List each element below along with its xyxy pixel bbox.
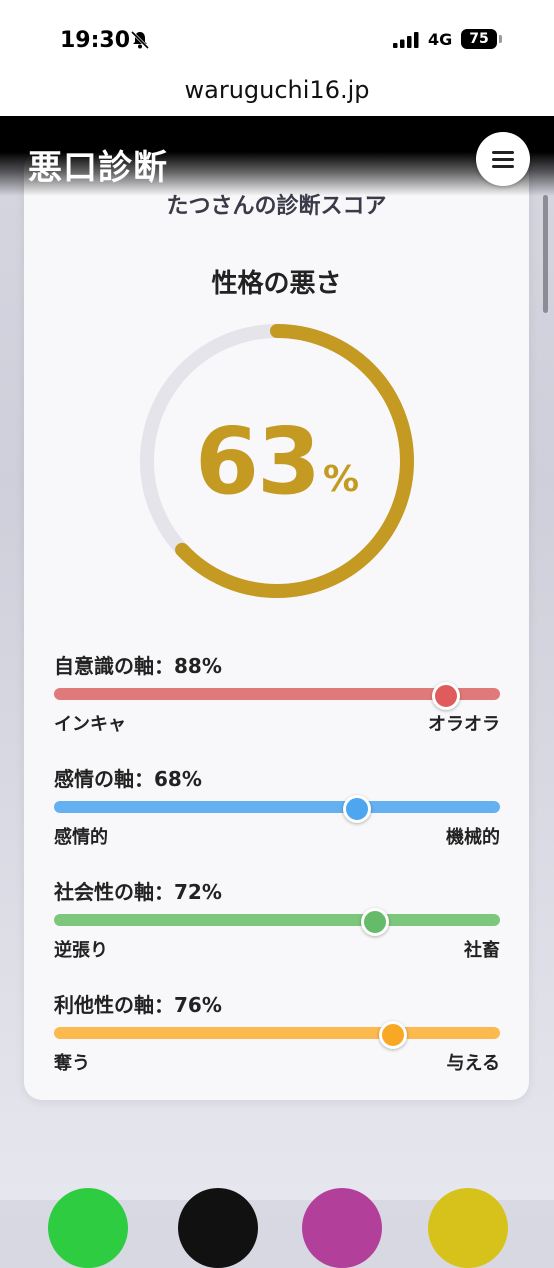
battery-icon: 75 (461, 29, 497, 49)
axis-label: 自意識の軸：88% (54, 654, 222, 678)
menu-button[interactable] (476, 132, 530, 186)
axis-left-label: 奪う (54, 1053, 90, 1074)
axis-right-label: オラオラ (428, 714, 500, 735)
axis-emotion: 感情の軸：68% 感情的 機械的 (54, 763, 500, 873)
gauge-unit: % (322, 458, 360, 500)
axis-right-label: 社畜 (464, 940, 500, 961)
signal-icon (393, 32, 419, 48)
hamburger-icon (492, 151, 514, 154)
scrollbar[interactable] (543, 195, 548, 313)
site-logo[interactable]: 悪口診断 (28, 140, 168, 189)
gauge-title: 性格の悪さ (211, 269, 342, 299)
network-type: 4G (428, 30, 453, 49)
clock: 19:30 (60, 28, 131, 53)
type-circle[interactable] (428, 1188, 508, 1268)
hamburger-icon (492, 158, 514, 161)
gauge-value: 63 % (134, 318, 420, 604)
axis-knob (378, 1021, 407, 1049)
hamburger-icon (492, 165, 514, 168)
score-card: たつさんの診断スコア 性格の悪さ 63 % 自意識の軸：88% インキャ オラオ… (24, 150, 529, 1100)
type-circle[interactable] (178, 1188, 258, 1268)
axis-track (54, 914, 500, 926)
axis-label: 利他性の軸：76% (54, 993, 222, 1017)
axis-track (54, 1027, 500, 1039)
axis-left-label: 感情的 (54, 827, 108, 848)
url-text[interactable]: waruguchi16.jp (0, 76, 554, 104)
axis-left-label: 逆張り (54, 940, 108, 961)
axis-track (54, 801, 500, 813)
silent-bell-icon (130, 30, 150, 50)
type-circle[interactable] (48, 1188, 128, 1268)
address-bar[interactable]: waruguchi16.jp (0, 72, 554, 117)
axis-label: 感情の軸：68% (54, 767, 202, 791)
axis-knob (343, 795, 372, 823)
site-header: 悪口診断 (0, 116, 554, 196)
axis-knob (432, 682, 461, 710)
status-bar: 19:30 4G 75 (0, 0, 554, 72)
axis-right-label: 機械的 (446, 827, 500, 848)
bottom-type-circles (0, 1188, 554, 1268)
axis-altruism: 利他性の軸：76% 奪う 与える (54, 989, 500, 1099)
axis-label: 社会性の軸：72% (54, 880, 222, 904)
axis-self-awareness: 自意識の軸：88% インキャ オラオラ (54, 650, 500, 760)
axis-knob (361, 908, 390, 936)
axis-right-label: 与える (446, 1053, 500, 1074)
axis-sociality: 社会性の軸：72% 逆張り 社畜 (54, 876, 500, 986)
gauge-number: 63 (194, 407, 321, 515)
battery-cap (499, 35, 502, 43)
axis-left-label: インキャ (54, 714, 126, 735)
type-circle[interactable] (302, 1188, 382, 1268)
